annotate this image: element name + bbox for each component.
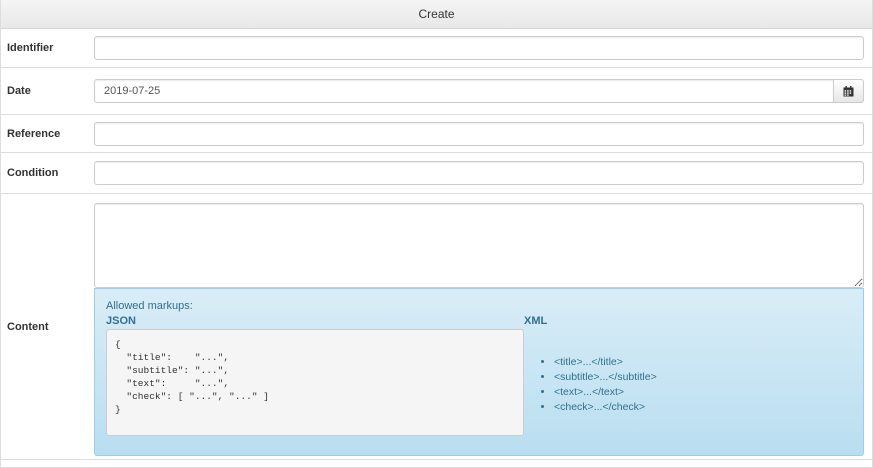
- xml-tag-item: <title>...</title>: [554, 355, 852, 370]
- xml-tag-item: <text>...</text>: [554, 385, 852, 400]
- xml-heading: XML: [524, 315, 548, 327]
- date-input-group: [94, 79, 864, 103]
- identifier-label: Identifier: [7, 42, 54, 54]
- xml-tag-item: <subtitle>...</subtitle>: [554, 370, 852, 385]
- xml-tag-item: <check>...</check>: [554, 400, 852, 415]
- date-input[interactable]: [94, 79, 834, 103]
- xml-column: XML <title>...</title> <subtitle>...</su…: [524, 315, 852, 436]
- date-row: Date: [1, 68, 872, 115]
- json-column: JSON { "title": "...", "subtitle": "..."…: [106, 315, 524, 436]
- xml-tag-list: <title>...</title> <subtitle>...</subtit…: [524, 355, 852, 415]
- json-heading: JSON: [106, 315, 136, 327]
- allowed-markups-box: Allowed markups: JSON { "title": "...", …: [94, 288, 864, 456]
- reference-row: Reference: [1, 115, 872, 153]
- condition-label: Condition: [7, 167, 59, 179]
- calendar-button[interactable]: [834, 79, 864, 103]
- content-row: Content Allowed markups: JSON { "title":…: [1, 194, 872, 460]
- json-example: { "title": "...", "subtitle": "...", "te…: [106, 329, 524, 436]
- reference-label: Reference: [7, 127, 61, 140]
- content-textarea[interactable]: [94, 203, 864, 288]
- reference-input[interactable]: [94, 121, 864, 146]
- date-label: Date: [7, 85, 31, 97]
- condition-input[interactable]: [94, 161, 864, 185]
- identifier-row: Identifier: [1, 29, 872, 68]
- condition-row: Condition: [1, 153, 872, 194]
- panel-title: Create: [1, 0, 872, 29]
- create-panel: Create Identifier Date 2019-07-25 Refere…: [0, 0, 873, 468]
- identifier-input[interactable]: [94, 36, 864, 60]
- content-label: Content: [7, 320, 49, 333]
- allowed-markups-title: Allowed markups:: [106, 300, 193, 312]
- calendar-icon: [843, 85, 854, 96]
